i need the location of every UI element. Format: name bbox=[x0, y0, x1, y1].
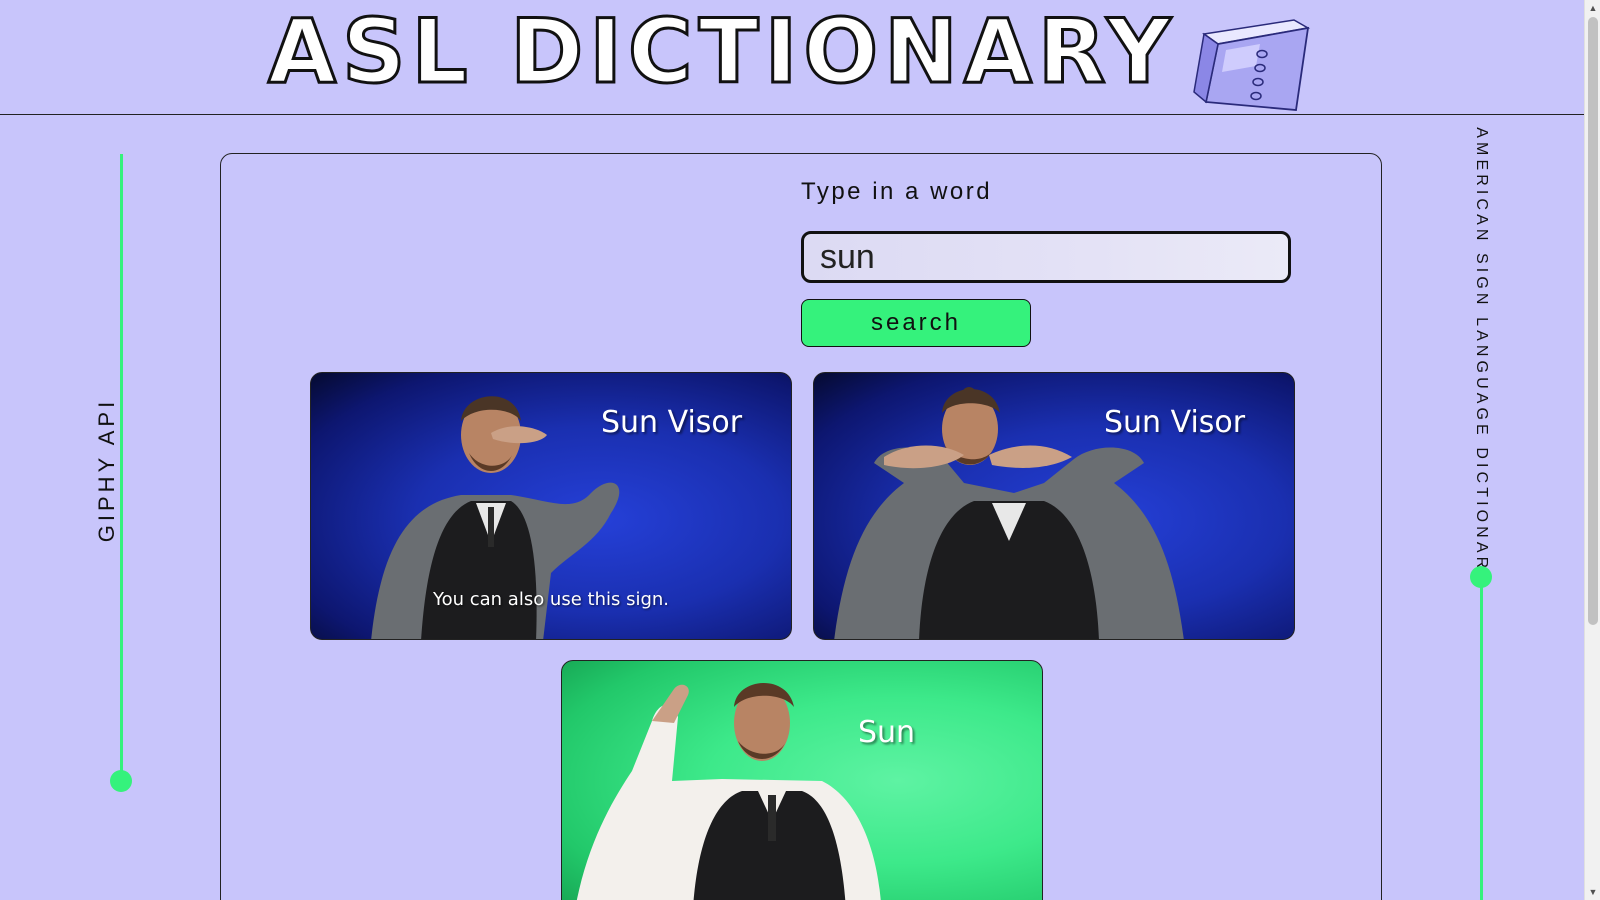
page-scrollbar[interactable]: ▲ ▼ bbox=[1584, 0, 1600, 900]
right-rail-line bbox=[1480, 578, 1483, 900]
tagline-label: AMERICAN SIGN LANGUAGE DICTIONARY bbox=[1473, 127, 1490, 587]
result-gif-sun-visor-2[interactable]: Sun Visor bbox=[813, 372, 1295, 640]
result-caption: Sun Visor bbox=[1104, 405, 1246, 440]
result-subtitle: You can also use this sign. bbox=[432, 589, 670, 610]
search-button[interactable]: search bbox=[801, 299, 1031, 347]
signer-figure bbox=[576, 682, 881, 900]
api-label: GIPHY API bbox=[94, 397, 119, 543]
search-prompt: Type in a word bbox=[801, 178, 993, 205]
result-gif-sun[interactable]: Sun bbox=[561, 660, 1043, 900]
left-rail-line bbox=[120, 154, 123, 782]
result-caption: Sun Visor bbox=[601, 405, 743, 440]
site-title: ASL DICTIONARY bbox=[267, 0, 1177, 103]
scroll-thumb[interactable] bbox=[1588, 17, 1598, 625]
search-input[interactable] bbox=[801, 231, 1291, 283]
result-caption: Sun bbox=[858, 715, 916, 750]
left-rail-dot bbox=[110, 770, 132, 792]
scroll-down-arrow-icon[interactable]: ▼ bbox=[1585, 884, 1600, 900]
site-header: ASL DICTIONARY bbox=[0, 0, 1584, 115]
scroll-up-arrow-icon[interactable]: ▲ bbox=[1585, 0, 1600, 16]
book-icon bbox=[1193, 19, 1311, 111]
result-gif-sun-visor-1[interactable]: Sun Visor You can also use this sign. bbox=[310, 372, 792, 640]
